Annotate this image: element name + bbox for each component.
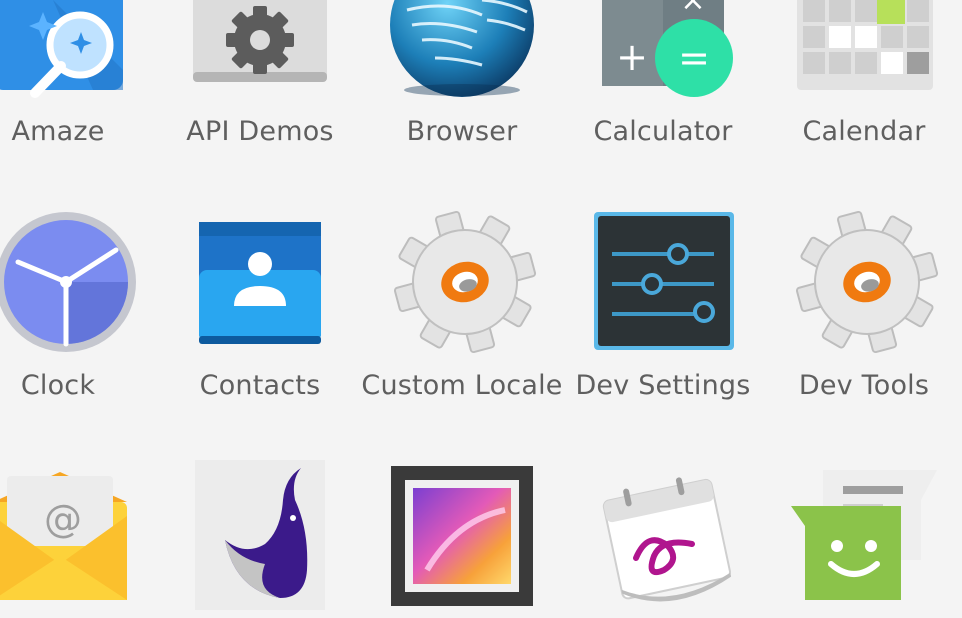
- app-label: Clock: [20, 370, 96, 401]
- signature-calendar-icon: [588, 460, 738, 610]
- svg-text:@: @: [44, 497, 82, 541]
- app-label: Calculator: [593, 116, 733, 147]
- gear-icon: [387, 210, 537, 360]
- app-label: Contacts: [199, 370, 321, 401]
- contact-card-icon: [185, 210, 335, 360]
- email-envelope-icon: @: [0, 460, 133, 610]
- gear-icon: [789, 210, 939, 360]
- app-label: Amaze: [11, 116, 105, 147]
- messaging-smiley-icon: [789, 460, 939, 610]
- app-label: Custom Locale: [361, 370, 563, 401]
- app-label: Calendar: [802, 116, 926, 147]
- folder-gear-icon: [185, 0, 335, 90]
- app-label: Dev Tools: [798, 370, 930, 401]
- clock-icon: [0, 210, 136, 360]
- svg-text:=: =: [678, 36, 710, 80]
- app-label: Dev Settings: [575, 370, 751, 401]
- app-label: API Demos: [186, 116, 334, 147]
- gallery-picture-icon: [387, 460, 537, 610]
- globe-icon: [387, 0, 537, 97]
- magnifier-icon: [0, 0, 133, 98]
- sliders-icon: [588, 210, 738, 360]
- svg-text:×: ×: [680, 0, 705, 18]
- whale-icon: [185, 460, 335, 610]
- svg-text:+: +: [616, 35, 648, 79]
- calendar-grid-icon: [789, 0, 939, 90]
- calculator-icon: + × =: [588, 0, 738, 97]
- app-label: Browser: [406, 116, 518, 147]
